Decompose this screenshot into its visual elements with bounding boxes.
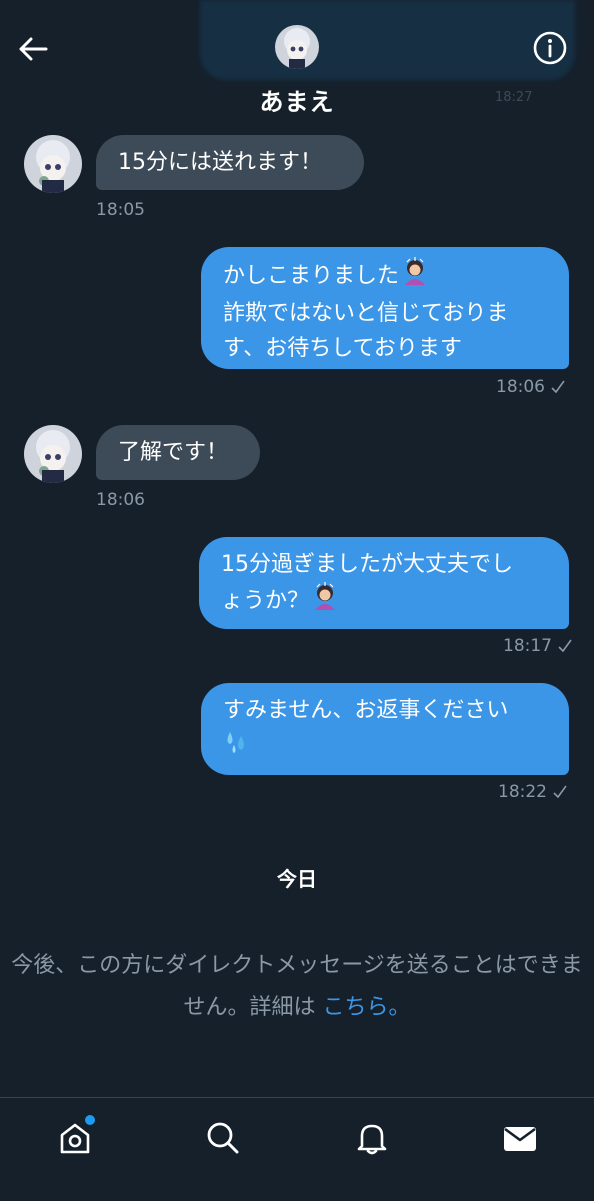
person-bowing-emoji (311, 582, 339, 621)
bell-icon (357, 1124, 387, 1155)
contact-name: あまえ (259, 88, 335, 116)
nav-messages[interactable] (498, 1116, 542, 1160)
message-text: す、お待ちしております (223, 336, 462, 361)
nav-search[interactable] (201, 1116, 245, 1160)
message-text: すみません、お返事ください (223, 698, 509, 723)
sender-avatar[interactable] (24, 425, 82, 483)
message-timestamp: 18:17 (503, 636, 572, 656)
message-text: 15分過ぎましたが大丈夫でし (221, 552, 513, 577)
info-icon (533, 31, 567, 65)
message-bubble-incoming[interactable]: 15分には送れます！ (96, 135, 364, 190)
message-timestamp: 18:06 (496, 377, 565, 397)
sent-check-icon (553, 785, 567, 799)
mail-icon (504, 1127, 536, 1151)
person-bowing-emoji (401, 257, 429, 296)
arrow-left-icon (19, 37, 48, 61)
conversation-header: あまえ (0, 0, 594, 120)
nav-notifications[interactable] (350, 1116, 394, 1160)
message-bubble-outgoing[interactable]: 15分過ぎましたが大丈夫でし ょうか？ (199, 537, 569, 629)
contact-avatar[interactable] (275, 25, 319, 69)
message-text: 15分には送れます！ (118, 150, 322, 175)
message-timestamp: 18:22 (498, 782, 567, 802)
bottom-navigation (0, 1097, 594, 1201)
message-timestamp: 18:05 (96, 200, 145, 220)
message-text: 詐欺ではないと信じておりま (223, 301, 509, 326)
sent-check-icon (558, 639, 572, 653)
message-text: かしこまりました (223, 263, 400, 289)
home-icon (60, 1123, 90, 1154)
message-text: ょうか？ (221, 588, 310, 614)
sweat-droplets-emoji (223, 728, 251, 767)
message-bubble-outgoing[interactable]: すみません、お返事ください (201, 683, 569, 775)
message-timestamp: 18:06 (96, 490, 145, 510)
day-separator: 今日 (277, 867, 317, 891)
notice-text: 今後、この方にダイレクトメッセージを送ることはできません。詳細は (11, 953, 583, 1020)
nav-home[interactable] (53, 1115, 97, 1160)
sender-avatar[interactable] (24, 135, 82, 193)
info-button[interactable] (530, 28, 570, 68)
message-bubble-outgoing[interactable]: かしこまりました 詐欺ではないと信じておりま す、お待ちしております (201, 247, 569, 369)
dm-restriction-notice: 今後、この方にダイレクトメッセージを送ることはできません。詳細は こちら。 (10, 945, 584, 1029)
message-text: 了解です！ (118, 440, 229, 465)
back-button[interactable] (14, 30, 52, 68)
notification-dot (85, 1115, 95, 1125)
search-icon (207, 1122, 239, 1154)
message-bubble-incoming[interactable]: 了解です！ (96, 425, 260, 480)
sent-check-icon (551, 380, 565, 394)
notice-punctuation: 。 (388, 995, 411, 1020)
learn-more-link[interactable]: こちら (322, 995, 388, 1020)
